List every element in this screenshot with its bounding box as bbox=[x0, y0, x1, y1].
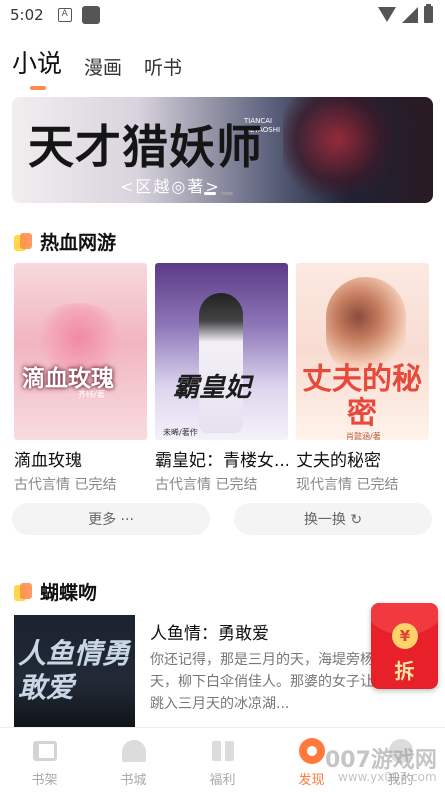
promo-banner[interactable]: TIANCAI LIEYAOSHI 天才猎妖师 <区越◎著> bbox=[12, 97, 433, 203]
active-tab-indicator bbox=[30, 86, 46, 90]
banner-dot bbox=[221, 192, 233, 195]
watermark-url: www.yx007.com bbox=[338, 770, 437, 784]
notification-square-icon bbox=[81, 6, 100, 24]
signal-icon bbox=[402, 6, 418, 23]
banner-dot-active bbox=[204, 192, 216, 195]
refresh-button[interactable]: 换一换 ↻ bbox=[234, 503, 432, 535]
book-title: 滴血玫瑰 bbox=[14, 451, 82, 471]
status-indicators bbox=[378, 4, 433, 23]
section-title: 蝴蝶吻 bbox=[40, 582, 98, 604]
tab-audiobook-label: 听书 bbox=[144, 57, 183, 79]
book-cover: 霸皇妃 未晞/著作 bbox=[155, 263, 288, 440]
app-notification-icon: A bbox=[57, 8, 72, 22]
section-book-icon bbox=[14, 582, 34, 601]
banner-pagination bbox=[204, 192, 233, 195]
featured-book-cover: 人鱼情勇敢爱 bbox=[14, 615, 135, 727]
status-bar: 5:02 A bbox=[0, 0, 445, 30]
book-card[interactable]: 霸皇妃 未晞/著作 霸皇妃：青楼女... 古代言情 已完结 bbox=[155, 263, 288, 494]
category-tabs: 小说 漫画 听书 bbox=[12, 44, 182, 90]
red-packet-label: 拆 bbox=[394, 659, 415, 683]
book-card[interactable]: 滴血玫瑰 齐纬/著 滴血玫瑰 古代言情 已完结 bbox=[14, 263, 147, 494]
tab-novel-label: 小说 bbox=[12, 49, 63, 78]
nav-welfare[interactable]: 福利 bbox=[178, 728, 267, 792]
gift-icon bbox=[210, 738, 236, 764]
coin-icon: ¥ bbox=[392, 623, 418, 649]
battery-icon bbox=[424, 4, 433, 23]
wifi-icon bbox=[378, 7, 396, 22]
tab-comic[interactable]: 漫画 bbox=[84, 53, 122, 80]
banner-title: 天才猎妖师 bbox=[28, 120, 263, 174]
section-book-icon bbox=[14, 232, 34, 251]
tab-novel[interactable]: 小说 bbox=[12, 44, 63, 90]
book-title: 霸皇妃：青楼女... bbox=[155, 451, 288, 471]
book-cover: 滴血玫瑰 齐纬/著 bbox=[14, 263, 147, 440]
banner-artwork bbox=[283, 97, 393, 203]
tab-comic-label: 漫画 bbox=[84, 57, 123, 79]
bookshelf-icon bbox=[32, 738, 58, 764]
bookstore-icon bbox=[121, 738, 147, 764]
book-meta: 现代言情 已完结 bbox=[296, 477, 399, 493]
book-meta: 古代言情 已完结 bbox=[14, 477, 117, 493]
section-header-butterfly: 蝴蝶吻 bbox=[14, 578, 97, 605]
more-button[interactable]: 更多 ··· bbox=[12, 503, 210, 535]
book-row: 滴血玫瑰 齐纬/著 滴血玫瑰 古代言情 已完结 霸皇妃 未晞/著作 霸皇妃：青楼… bbox=[14, 263, 429, 494]
featured-book-title: 人鱼情：勇敢爱 bbox=[150, 624, 269, 644]
discover-icon bbox=[298, 738, 325, 764]
nav-bookshelf[interactable]: 书架 bbox=[0, 728, 89, 792]
red-packet-button[interactable]: ¥ 拆 bbox=[371, 603, 438, 689]
book-title: 丈夫的秘密 bbox=[296, 451, 381, 471]
book-meta: 古代言情 已完结 bbox=[155, 477, 258, 493]
nav-bookstore[interactable]: 书城 bbox=[89, 728, 178, 792]
tab-audiobook[interactable]: 听书 bbox=[144, 53, 182, 80]
section-header-hot: 热血网游 bbox=[14, 228, 116, 255]
status-time: 5:02 bbox=[10, 6, 44, 24]
section-title: 热血网游 bbox=[40, 232, 117, 254]
book-cover: 丈夫的秘密 肖懿涵/著 bbox=[296, 263, 429, 440]
book-card[interactable]: 丈夫的秘密 肖懿涵/著 丈夫的秘密 现代言情 已完结 bbox=[296, 263, 429, 494]
